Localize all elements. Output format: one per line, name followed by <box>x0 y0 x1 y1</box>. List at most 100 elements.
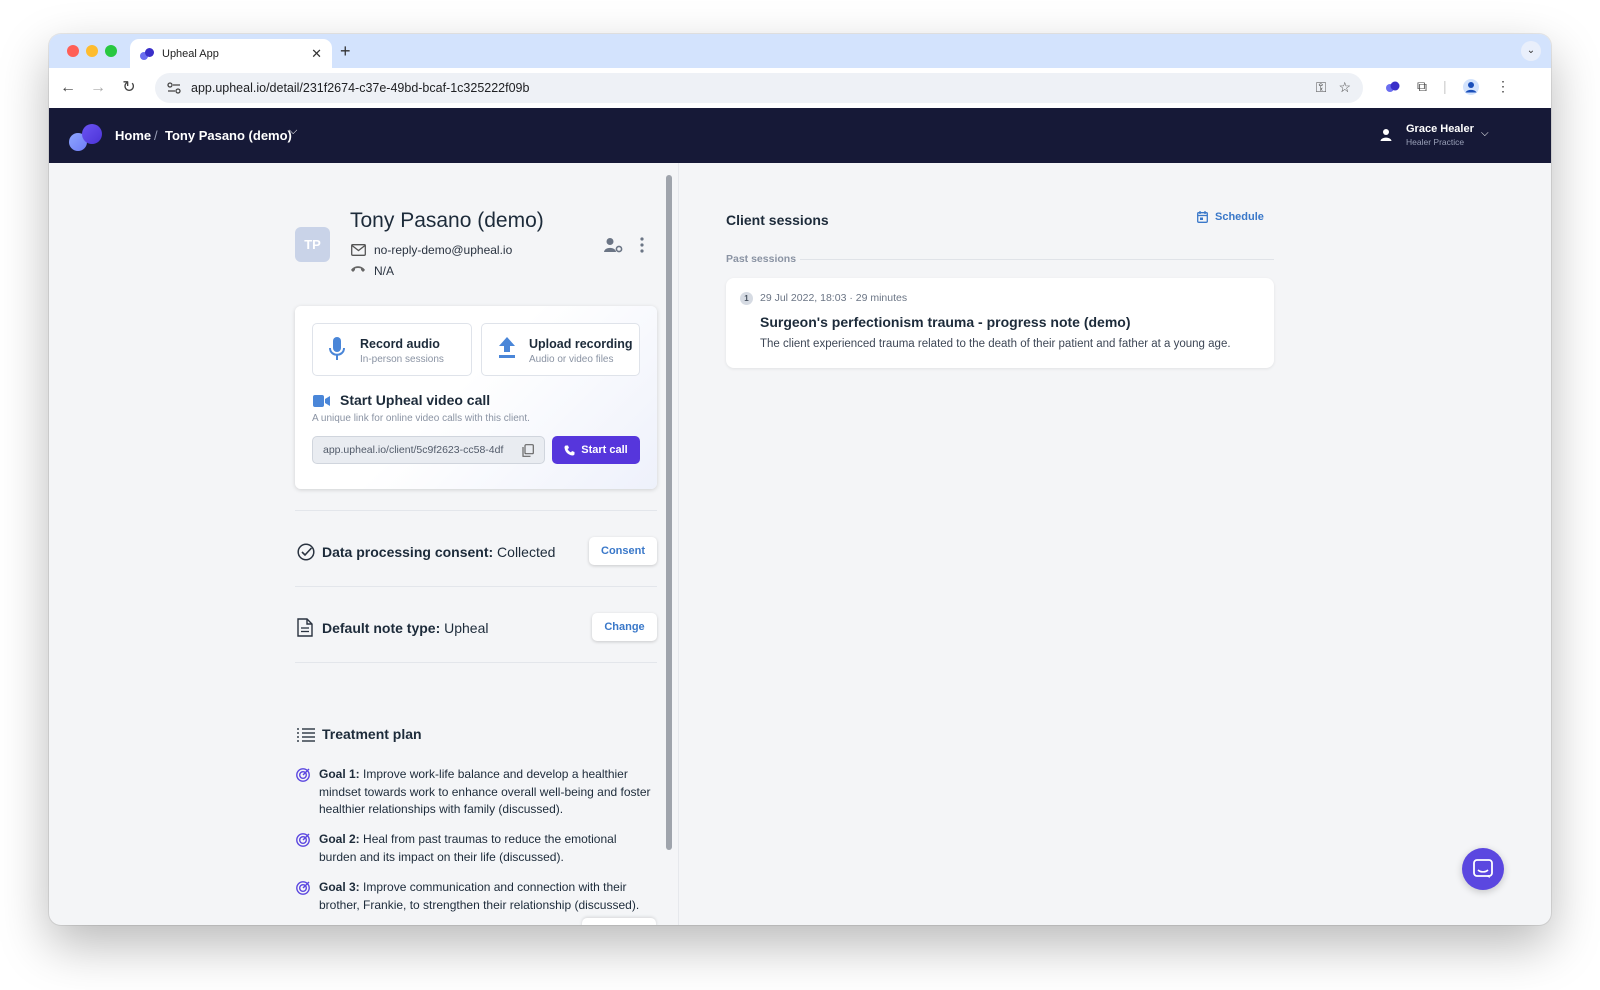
breadcrumb-home[interactable]: Home <box>115 128 151 143</box>
goal-text: Heal from past traumas to reduce the emo… <box>319 832 617 864</box>
user-menu-chevron-icon[interactable]: ⌵ <box>1481 128 1489 139</box>
session-meta: 29 Jul 2022, 18:03 · 29 minutes <box>760 292 908 304</box>
change-note-type-button[interactable]: Change <box>592 613 657 641</box>
email-icon <box>351 244 366 256</box>
target-icon <box>296 881 310 895</box>
start-call-button[interactable]: Start call <box>552 436 640 464</box>
schedule-button[interactable]: Schedule <box>1197 211 1264 223</box>
target-icon <box>296 833 310 847</box>
calendar-icon <box>1197 211 1208 223</box>
mic-icon <box>329 337 345 360</box>
minimize-window-button[interactable] <box>86 45 98 57</box>
profile-icon[interactable] <box>1463 79 1479 95</box>
upload-recording-title: Upload recording <box>529 337 633 351</box>
client-avatar: TP <box>295 227 330 262</box>
session-description: The client experienced trauma related to… <box>760 338 1231 350</box>
video-link-field[interactable]: app.upheal.io/client/5c9f2623-cc58-4df <box>312 436 545 464</box>
client-name: Tony Pasano (demo) <box>350 209 544 232</box>
session-title: Surgeon's perfectionism trauma - progres… <box>760 314 1131 330</box>
browser-tab[interactable]: Upheal App ✕ <box>130 39 332 68</box>
note-type-label: Default note type: <box>322 620 441 636</box>
goal-label: Goal 1: <box>319 767 360 781</box>
tab-search-chevron-icon[interactable]: ⌄ <box>1521 41 1541 61</box>
close-window-button[interactable] <box>67 45 79 57</box>
upheal-logo[interactable] <box>69 124 103 151</box>
goal-label: Goal 2: <box>319 832 360 846</box>
video-camera-icon <box>313 395 330 407</box>
extensions-puzzle-icon[interactable]: ⧉ <box>1417 78 1427 95</box>
start-call-label: Start call <box>581 444 628 456</box>
bookmark-star-icon[interactable]: ☆ <box>1338 79 1351 96</box>
default-note-type: Default note type: Upheal <box>322 620 489 636</box>
hidden-button-peek[interactable] <box>582 918 656 925</box>
section-divider <box>295 586 657 587</box>
tab-title: Upheal App <box>162 47 219 60</box>
browser-window: Upheal App ✕ + ⌄ ← → ↻ app.upheal.io/det… <box>49 34 1551 925</box>
section-divider <box>295 662 657 663</box>
consent-button[interactable]: Consent <box>589 537 657 565</box>
upload-recording-button[interactable]: Upload recording Audio or video files <box>481 323 640 376</box>
note-type-value: Upheal <box>444 620 489 636</box>
video-link-text: app.upheal.io/client/5c9f2623-cc58-4df <box>323 444 504 456</box>
upheal-extension-icon[interactable] <box>1385 81 1401 93</box>
user-icon <box>1380 129 1392 141</box>
video-call-subtitle: A unique link for online video calls wit… <box>312 413 530 424</box>
treatment-plan-title: Treatment plan <box>322 726 422 742</box>
back-arrow-icon[interactable]: ← <box>57 77 79 99</box>
phone-call-icon <box>564 445 575 455</box>
record-audio-button[interactable]: Record audio In-person sessions <box>312 323 472 376</box>
session-number-badge: 1 <box>740 292 753 305</box>
app-header: Home / Tony Pasano (demo) ⌵ Grace Healer… <box>49 108 1551 163</box>
client-sessions-title: Client sessions <box>726 212 829 228</box>
support-chat-button[interactable] <box>1462 848 1504 890</box>
more-options-icon[interactable] <box>640 237 644 253</box>
document-icon <box>297 618 313 637</box>
section-divider <box>295 510 657 511</box>
url-text: app.upheal.io/detail/231f2674-c37e-49bd-… <box>191 81 530 95</box>
goal-text: Improve communication and connection wit… <box>319 880 640 912</box>
session-card[interactable]: 1 29 Jul 2022, 18:03 · 29 minutes Surgeo… <box>726 278 1274 368</box>
password-key-icon[interactable]: ⚿ <box>1316 79 1327 96</box>
forward-arrow-icon[interactable]: → <box>87 77 109 99</box>
target-icon <box>296 768 310 782</box>
address-bar[interactable]: app.upheal.io/detail/231f2674-c37e-49bd-… <box>155 73 1363 103</box>
session-actions-card: Record audio In-person sessions Upload r… <box>295 306 657 489</box>
client-email[interactable]: no-reply-demo@upheal.io <box>374 243 512 257</box>
manage-client-icon[interactable] <box>604 237 623 253</box>
record-audio-title: Record audio <box>360 337 440 351</box>
goal-label: Goal 3: <box>319 880 360 894</box>
consent-value: Collected <box>497 544 556 560</box>
browser-toolbar: ← → ↻ app.upheal.io/detail/231f2674-c37e… <box>49 68 1551 108</box>
schedule-label: Schedule <box>1215 211 1264 223</box>
record-audio-subtitle: In-person sessions <box>360 354 444 365</box>
chat-icon <box>1473 859 1493 878</box>
consent-label: Data processing consent: <box>322 544 494 560</box>
toolbar-divider: | <box>1443 78 1447 94</box>
copy-icon[interactable] <box>522 443 534 457</box>
phone-icon <box>351 266 365 272</box>
client-sessions-panel: Client sessions Schedule Past sessions 1… <box>726 163 1276 925</box>
list-icon <box>297 728 315 742</box>
browser-menu-icon[interactable]: ⋮ <box>1496 78 1510 95</box>
tab-close-icon[interactable]: ✕ <box>311 46 322 62</box>
breadcrumb-separator: / <box>154 128 158 143</box>
consent-status: Data processing consent: Collected <box>322 544 555 560</box>
new-tab-icon[interactable]: + <box>340 41 351 62</box>
client-phone: N/A <box>374 264 395 278</box>
reload-icon[interactable]: ↻ <box>118 77 140 99</box>
client-switch-chevron-icon[interactable]: ⌵ <box>289 125 297 138</box>
past-sessions-label: Past sessions <box>726 253 797 265</box>
maximize-window-button[interactable] <box>105 45 117 57</box>
upload-icon <box>499 337 515 358</box>
left-panel-scrollbar[interactable] <box>666 175 672 850</box>
check-circle-icon <box>297 543 315 561</box>
upheal-favicon-icon <box>140 47 154 60</box>
user-name[interactable]: Grace Healer <box>1406 123 1474 135</box>
video-call-title: Start Upheal video call <box>340 392 491 408</box>
upload-recording-subtitle: Audio or video files <box>529 354 614 365</box>
site-settings-icon[interactable] <box>167 82 181 94</box>
user-practice: Healer Practice <box>1406 137 1465 147</box>
client-profile-panel: TP Tony Pasano (demo) no-reply-demo@uphe… <box>295 163 662 925</box>
breadcrumb-client[interactable]: Tony Pasano (demo) <box>165 128 292 143</box>
panel-separator <box>678 163 679 925</box>
